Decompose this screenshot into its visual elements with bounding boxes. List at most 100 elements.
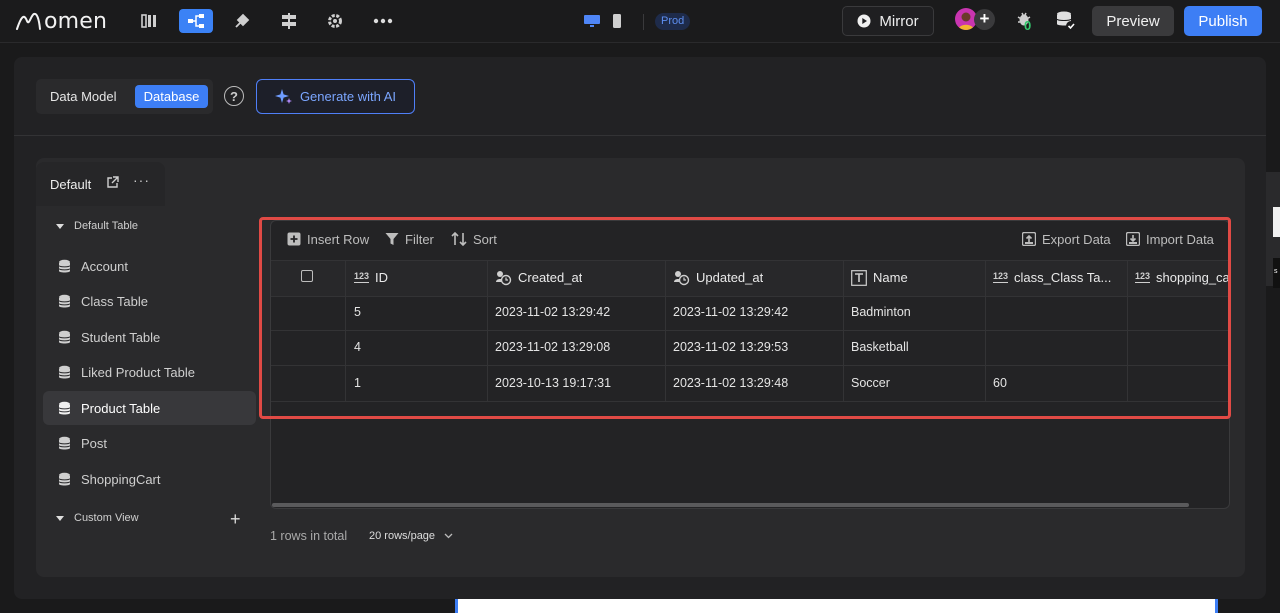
mirror-label: Mirror [879, 12, 919, 30]
sidebar-item-label: Student Table [81, 329, 161, 345]
column-header-updated-at[interactable]: Updated_at [673, 260, 763, 295]
column-header-id[interactable]: 123 ID [354, 260, 388, 295]
database-icon [58, 436, 71, 449]
column-label: Updated_at [696, 270, 764, 285]
top-bar: omen Prod Mirror + 0 Preview Publish [0, 0, 1280, 43]
tab-more-icon[interactable]: ··· [133, 172, 150, 188]
insert-row-label: Insert Row [307, 231, 370, 247]
sidebar-item-label: ShoppingCart [81, 471, 161, 487]
column-label: ID [375, 270, 389, 285]
column-divider [843, 260, 844, 401]
import-data-label: Import Data [1146, 231, 1214, 247]
export-data-button[interactable]: Export Data [1022, 230, 1111, 248]
layout-icon[interactable] [272, 9, 306, 33]
column-header-name[interactable]: Name [851, 260, 908, 295]
publish-button[interactable]: Publish [1184, 6, 1262, 36]
sidebar-item-product-table[interactable]: Product Table [43, 391, 256, 425]
database-tab[interactable]: Database [135, 85, 208, 108]
bug-icon[interactable]: 0 [1015, 10, 1037, 33]
number-type-icon: 123 [1135, 271, 1151, 283]
sort-button[interactable]: Sort [451, 230, 497, 248]
cell-id[interactable]: 1 [354, 366, 361, 401]
open-external-icon[interactable] [106, 176, 119, 192]
sidebar-item-liked-product-table[interactable]: Liked Product Table [43, 355, 256, 389]
page-size-select[interactable]: 20 rows/page [369, 530, 453, 542]
bug-count: 0 [1024, 18, 1032, 33]
column-divider [1127, 260, 1128, 401]
import-data-button[interactable]: Import Data [1126, 230, 1214, 248]
custom-view-group[interactable]: Custom View [56, 510, 139, 526]
environment-badge[interactable]: Prod [655, 13, 691, 30]
number-type-icon: 123 [993, 271, 1009, 283]
view-switcher: Data Model Database [36, 79, 213, 114]
timestamp-icon [674, 270, 690, 285]
mirror-button[interactable]: Mirror [842, 6, 934, 36]
default-table-group[interactable]: Default Table [56, 218, 138, 234]
export-data-label: Export Data [1042, 231, 1111, 247]
group-label: Default Table [74, 220, 139, 232]
sidebar-item-shoppingcart[interactable]: ShoppingCart [43, 462, 256, 496]
data-model-icon[interactable] [179, 9, 213, 33]
cell-created-at[interactable]: 2023-11-02 13:29:42 [495, 295, 610, 330]
logo-text: omen [44, 8, 108, 34]
sparkle-icon [274, 88, 292, 104]
cell-class[interactable]: 60 [993, 366, 1007, 401]
play-icon [857, 14, 871, 28]
edge-text: s [1274, 268, 1278, 275]
column-divider [985, 260, 986, 401]
database-status-icon[interactable] [1055, 10, 1077, 35]
sidebar-item-label: Account [81, 258, 128, 274]
invite-plus-icon[interactable]: + [974, 9, 995, 30]
group-label: Custom View [74, 512, 139, 524]
row-count: 1 rows in total [270, 529, 348, 543]
import-icon [1126, 232, 1140, 246]
sidebar-item-account[interactable]: Account [43, 249, 256, 283]
caret-down-icon [56, 223, 64, 229]
settings-gear-icon[interactable] [318, 9, 352, 33]
preview-button[interactable]: Preview [1092, 6, 1174, 36]
page-size-label: 20 rows/page [369, 530, 436, 542]
sidebar-item-post[interactable]: Post [43, 426, 256, 460]
database-icon [58, 330, 71, 343]
pages-icon[interactable] [133, 9, 167, 33]
select-all-checkbox[interactable] [301, 270, 313, 282]
cell-name[interactable]: Badminton [851, 295, 911, 330]
column-header-class[interactable]: 123 class_Class Ta... [993, 260, 1123, 295]
logo-m-icon [16, 12, 41, 30]
actions-icon[interactable] [225, 9, 259, 33]
sidebar-item-label: Product Table [81, 400, 161, 416]
generate-with-ai-button[interactable]: Generate with AI [256, 79, 415, 114]
sidebar-item-student-table[interactable]: Student Table [43, 320, 256, 354]
mobile-view-icon[interactable] [600, 9, 634, 33]
filter-icon [385, 233, 399, 245]
cell-updated-at[interactable]: 2023-11-02 13:29:53 [673, 330, 788, 365]
cell-updated-at[interactable]: 2023-11-02 13:29:48 [673, 366, 788, 401]
cell-created-at[interactable]: 2023-11-02 13:29:08 [495, 330, 610, 365]
help-icon[interactable]: ? [224, 86, 244, 106]
cell-name[interactable]: Soccer [851, 366, 890, 401]
cell-created-at[interactable]: 2023-10-13 19:17:31 [495, 366, 611, 401]
divider [14, 135, 1266, 136]
data-model-tab[interactable]: Data Model [50, 79, 116, 114]
sidebar-item-label: Liked Product Table [81, 364, 195, 380]
horizontal-scrollbar[interactable] [272, 503, 1189, 507]
cell-updated-at[interactable]: 2023-11-02 13:29:42 [673, 295, 788, 330]
column-header-shopping-cart[interactable]: 123 shopping_ca [1135, 260, 1229, 295]
add-custom-view-icon[interactable]: + [230, 509, 241, 530]
cell-id[interactable]: 4 [354, 330, 361, 365]
cell-name[interactable]: Basketball [851, 330, 909, 365]
caret-down-icon [56, 515, 64, 521]
ai-button-label: Generate with AI [299, 89, 397, 104]
filter-button[interactable]: Filter [385, 230, 434, 248]
momen-logo[interactable]: omen [16, 8, 107, 34]
database-icon [58, 472, 71, 485]
more-icon[interactable] [366, 9, 400, 33]
plus-square-icon [287, 232, 301, 246]
cell-id[interactable]: 5 [354, 295, 361, 330]
insert-row-button[interactable]: Insert Row [287, 230, 369, 248]
column-header-created-at[interactable]: Created_at [495, 260, 582, 295]
canvas-strip [455, 599, 1218, 613]
sidebar-item-class-table[interactable]: Class Table [43, 284, 256, 318]
divider [643, 14, 644, 30]
number-type-icon: 123 [354, 271, 370, 283]
